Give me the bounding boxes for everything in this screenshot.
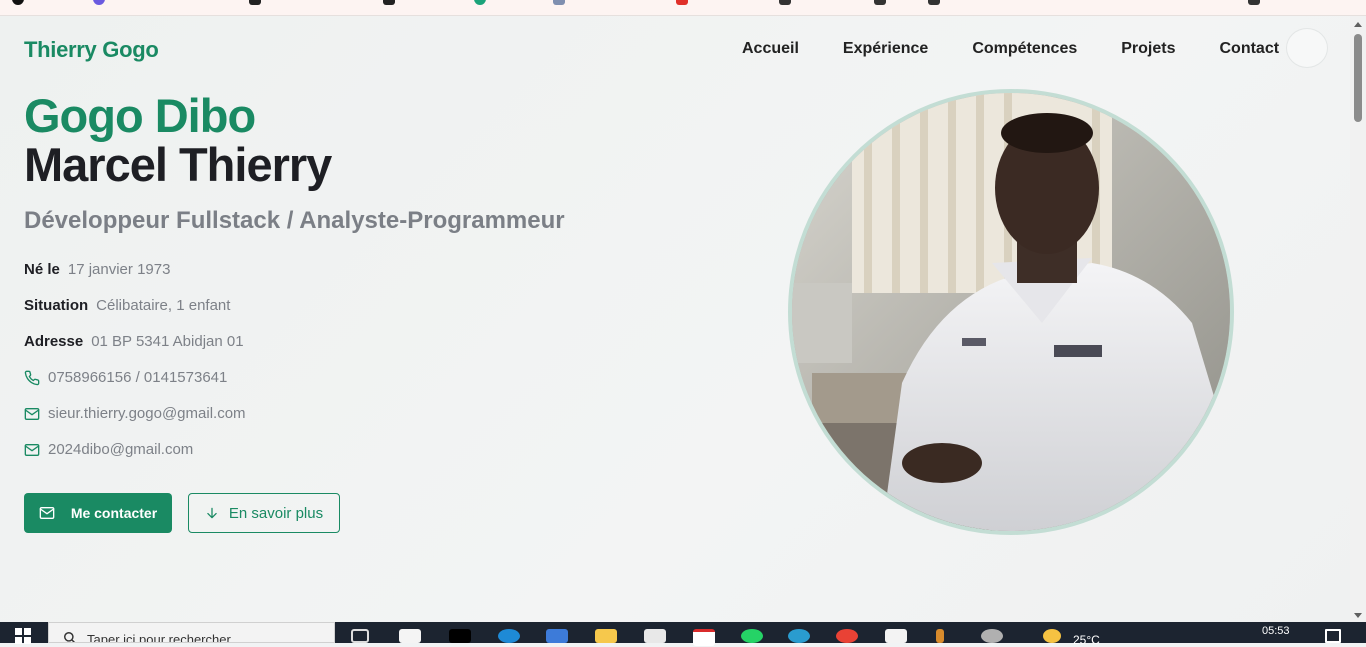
- app-icon[interactable]: [981, 629, 1003, 643]
- info-email-2: 2024dibo@gmail.com: [24, 441, 193, 459]
- nav-competences[interactable]: Compétences: [972, 40, 1077, 58]
- nav-contact[interactable]: Contact: [1219, 40, 1279, 58]
- mail-icon: [39, 507, 55, 519]
- situation-value: Célibataire, 1 enfant: [96, 297, 231, 314]
- chrome-icon[interactable]: [836, 629, 858, 643]
- whatsapp-icon[interactable]: [741, 629, 763, 643]
- situation-label: Situation: [24, 297, 89, 314]
- edge-icon[interactable]: [788, 629, 810, 643]
- learn-more-label: En savoir plus: [228, 504, 324, 522]
- hero-last-name: Marcel Thierry: [24, 138, 332, 191]
- main-nav: Accueil Expérience Compétences Projets C…: [742, 40, 1279, 58]
- app-icon[interactable]: [644, 629, 666, 643]
- scroll-up-icon[interactable]: [1354, 22, 1362, 27]
- browser-tab-strip: [0, 0, 1366, 16]
- info-situation: Situation Célibataire, 1 enfant: [24, 297, 230, 315]
- taskbar-search-input[interactable]: Taper ici pour rechercher: [48, 622, 335, 643]
- vertical-scrollbar[interactable]: [1350, 16, 1366, 622]
- info-phone: 0758966156 / 0141573641: [24, 369, 227, 387]
- file-explorer-icon[interactable]: [595, 629, 617, 643]
- search-icon: [64, 632, 76, 642]
- email-link-2[interactable]: 2024dibo@gmail.com: [48, 441, 193, 459]
- phone-icon: [24, 370, 40, 386]
- hero-first-name: Gogo Dibo: [24, 89, 256, 142]
- site-logo[interactable]: Thierry Gogo: [24, 37, 159, 63]
- mail-icon: [24, 444, 40, 456]
- tab-icon[interactable]: [779, 0, 791, 5]
- scrollbar-thumb[interactable]: [1354, 34, 1362, 122]
- address-value: 01 BP 5341 Abidjan 01: [91, 333, 244, 350]
- windows-taskbar: Taper ici pour rechercher 25°C 05:53: [0, 622, 1366, 647]
- info-address: Adresse 01 BP 5341 Abidjan 01: [24, 333, 244, 351]
- app-icon[interactable]: [546, 629, 568, 643]
- taskbar-clock[interactable]: 05:53: [1262, 625, 1290, 637]
- mail-icon: [24, 408, 40, 420]
- github-tab-icon[interactable]: [12, 0, 24, 5]
- weather-icon[interactable]: [1043, 629, 1061, 643]
- theme-toggle-button[interactable]: [1286, 28, 1328, 68]
- info-birth: Né le 17 janvier 1973: [24, 261, 170, 279]
- profile-photo-illustration: [792, 93, 1230, 531]
- notifications-icon[interactable]: [1325, 629, 1341, 643]
- tab-icon[interactable]: [249, 0, 261, 5]
- birth-value: 17 janvier 1973: [67, 261, 171, 278]
- app-icon[interactable]: [399, 629, 421, 643]
- app-icon[interactable]: [885, 629, 907, 643]
- tab-icon[interactable]: [1248, 0, 1260, 5]
- taskbar-search-placeholder: Taper ici pour rechercher: [87, 632, 231, 643]
- tab-icon[interactable]: [874, 0, 886, 5]
- email-link-1[interactable]: sieur.thierry.gogo@gmail.com: [48, 405, 246, 423]
- app-icon[interactable]: [498, 629, 520, 643]
- app-icon[interactable]: [936, 629, 944, 643]
- app-icon[interactable]: [449, 629, 471, 643]
- nav-projets[interactable]: Projets: [1121, 40, 1175, 58]
- phone-link[interactable]: 0758966156 / 0141573641: [48, 369, 227, 387]
- birth-label: Né le: [24, 261, 60, 278]
- contact-button[interactable]: Me contacter: [24, 493, 172, 533]
- portfolio-page: Thierry Gogo Accueil Expérience Compéten…: [0, 16, 1350, 622]
- nav-experience[interactable]: Expérience: [843, 40, 928, 58]
- tab-icon[interactable]: [93, 0, 105, 5]
- address-label: Adresse: [24, 333, 84, 350]
- weather-temperature[interactable]: 25°C: [1073, 633, 1100, 647]
- tab-icon[interactable]: [928, 0, 940, 5]
- tab-icon[interactable]: [553, 0, 565, 5]
- learn-more-button[interactable]: En savoir plus: [188, 493, 340, 533]
- tab-icon[interactable]: [383, 0, 395, 5]
- arrow-down-icon: [207, 507, 217, 519]
- nav-accueil[interactable]: Accueil: [742, 40, 799, 58]
- info-email-1: sieur.thierry.gogo@gmail.com: [24, 405, 246, 423]
- contact-button-label: Me contacter: [70, 505, 158, 521]
- app-icon[interactable]: [693, 629, 715, 646]
- hero-role: Développeur Fullstack / Analyste-Program…: [24, 207, 565, 234]
- tab-icon[interactable]: [676, 0, 688, 5]
- scroll-down-icon[interactable]: [1354, 613, 1362, 618]
- profile-photo: [788, 89, 1234, 535]
- windows-start-icon[interactable]: [14, 628, 32, 644]
- task-view-icon[interactable]: [351, 629, 369, 643]
- tab-icon[interactable]: [474, 0, 486, 5]
